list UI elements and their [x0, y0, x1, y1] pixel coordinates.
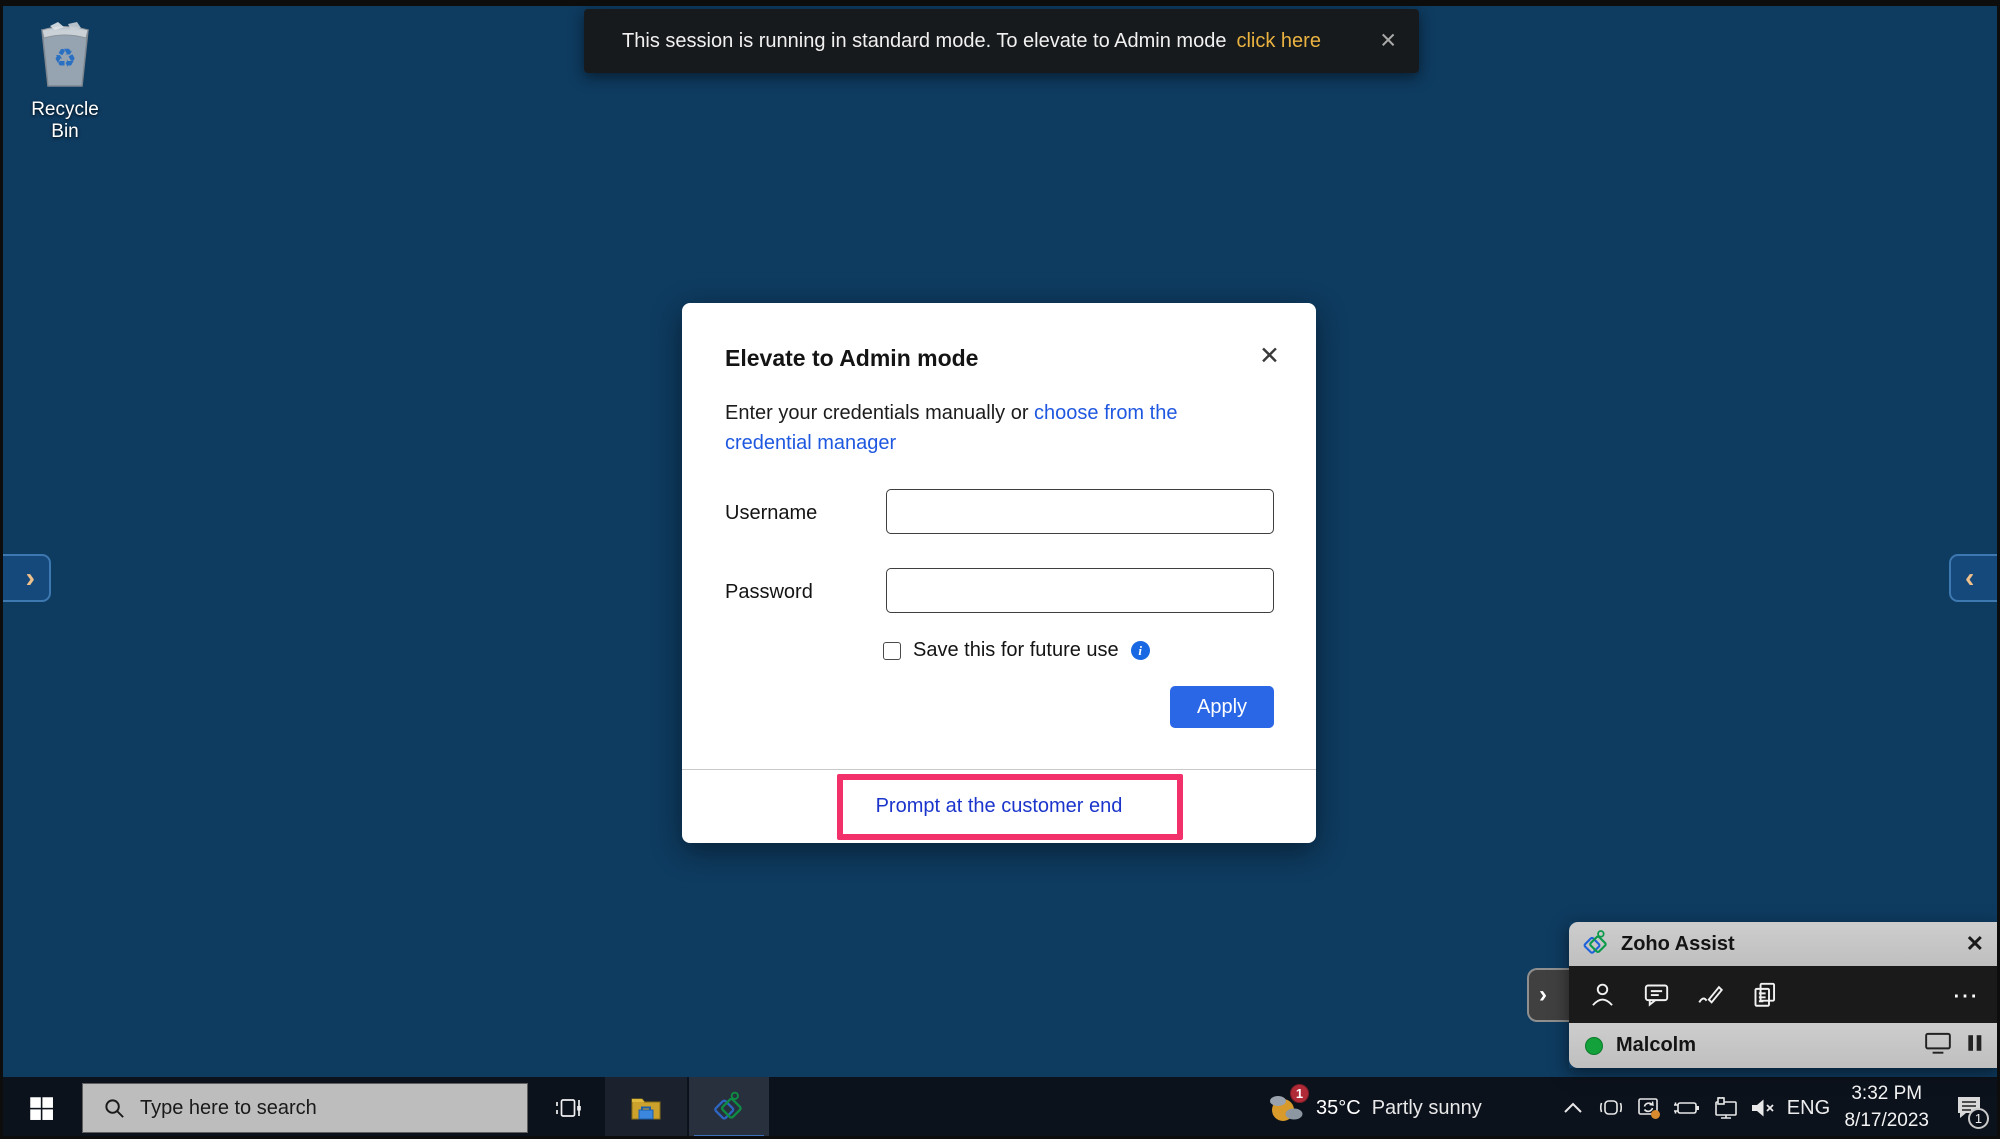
svg-text:♻: ♻	[53, 43, 76, 73]
search-input[interactable]	[140, 1096, 527, 1120]
file-explorer-icon	[631, 1098, 661, 1120]
widget-collapse-tab[interactable]: ›	[1527, 968, 1575, 1022]
taskbar-search-box[interactable]	[82, 1083, 528, 1133]
tray-expand-chevron-icon[interactable]	[1554, 1077, 1592, 1136]
prompt-customer-end-link[interactable]: Prompt at the customer end	[876, 795, 1123, 818]
recycle-bin-shortcut[interactable]: ♻ Recycle Bin	[19, 18, 111, 143]
apply-button[interactable]: Apply	[1170, 686, 1274, 728]
task-view-icon	[556, 1099, 581, 1117]
taskbar-clock[interactable]: 3:32 PM 8/17/2023	[1844, 1081, 1929, 1134]
admin-mode-banner: This session is running in standard mode…	[584, 9, 1419, 73]
status-online-dot	[1585, 1036, 1603, 1055]
battery-charging-icon[interactable]	[1668, 1077, 1706, 1136]
save-credentials-checkbox[interactable]	[883, 641, 901, 660]
recycle-bin-icon: ♻	[41, 22, 89, 87]
banner-close-icon[interactable]: ✕	[1379, 29, 1397, 54]
annotate-pen-icon[interactable]	[1697, 981, 1724, 1008]
intro-text: Enter your credentials manually or	[725, 402, 1029, 424]
banner-message: This session is running in standard mode…	[622, 29, 1227, 52]
pause-session-icon[interactable]	[1966, 1033, 1984, 1058]
zoho-assist-widget: Zoho Assist ✕ ⋯ Malcolm	[1569, 922, 1997, 1068]
participant-row: Malcolm	[1569, 1023, 1997, 1068]
username-label: Username	[725, 502, 818, 524]
task-view-button[interactable]	[533, 1077, 603, 1136]
zoho-assist-logo-icon	[1583, 930, 1607, 954]
password-field[interactable]	[886, 568, 1274, 613]
dialog-footer: Prompt at the customer end	[682, 769, 1316, 843]
password-label: Password	[725, 581, 813, 603]
left-edge-expand-tab[interactable]: ›	[3, 554, 51, 602]
more-options-icon[interactable]: ⋯	[1952, 982, 1980, 1008]
right-edge-expand-tab[interactable]: ‹	[1949, 554, 1997, 602]
widget-title: Zoho Assist	[1621, 932, 1735, 955]
windows-logo-icon	[30, 1096, 53, 1120]
copy-clipboard-icon[interactable]	[1751, 981, 1778, 1008]
username-field[interactable]	[886, 489, 1274, 534]
clock-time: 3:32 PM	[1851, 1083, 1923, 1105]
weather-alert-badge: 1	[1290, 1084, 1309, 1103]
notification-count-badge: 1	[1968, 1108, 1989, 1129]
widget-title-bar: Zoho Assist ✕	[1569, 922, 1997, 966]
file-explorer-button[interactable]	[605, 1077, 687, 1136]
chat-icon[interactable]	[1643, 981, 1670, 1008]
weather-icon: 1	[1265, 1084, 1309, 1128]
clock-date: 8/17/2023	[1844, 1110, 1929, 1131]
zoho-assist-taskbar-button[interactable]	[689, 1077, 769, 1136]
language-indicator[interactable]: ENG	[1782, 1097, 1834, 1120]
info-icon[interactable]: i	[1130, 641, 1150, 660]
participant-name: Malcolm	[1616, 1034, 1697, 1056]
widget-toolbar: ⋯	[1569, 966, 1997, 1023]
volume-muted-icon[interactable]	[1744, 1077, 1782, 1136]
desktop-screen: This session is running in standard mode…	[0, 0, 2000, 1139]
taskbar: 1 35°C Partly sunny	[3, 1077, 1997, 1136]
zoho-assist-app-icon	[714, 1091, 742, 1120]
meet-now-camera-icon[interactable]	[1592, 1077, 1630, 1136]
share-screen-icon[interactable]	[1924, 1031, 1952, 1060]
save-credentials-row: Save this for future use i	[883, 639, 1150, 662]
participants-icon[interactable]	[1589, 981, 1616, 1008]
elevate-admin-dialog: Elevate to Admin mode ✕ Enter your crede…	[682, 303, 1316, 843]
banner-click-here-link[interactable]: click here	[1236, 30, 1320, 53]
sync-status-icon[interactable]	[1630, 1077, 1668, 1136]
dialog-close-icon[interactable]: ✕	[1259, 341, 1280, 371]
dialog-intro-text: Enter your credentials manually or choos…	[725, 398, 1177, 458]
chevron-right-icon: ›	[1539, 981, 1547, 1008]
weather-condition: Partly sunny	[1371, 1096, 1482, 1119]
system-tray: ENG 3:32 PM 8/17/2023 1	[1554, 1077, 1997, 1136]
save-credentials-label: Save this for future use	[913, 639, 1119, 661]
search-icon	[105, 1098, 124, 1118]
chevron-left-icon: ‹	[1965, 562, 1975, 593]
recycle-bin-label: Recycle Bin	[31, 99, 99, 142]
dialog-title: Elevate to Admin mode	[725, 345, 979, 371]
chevron-right-icon: ›	[25, 562, 35, 593]
action-center-button[interactable]: 1	[1939, 1077, 1997, 1136]
start-button[interactable]	[3, 1077, 80, 1136]
network-status-icon[interactable]	[1706, 1077, 1744, 1136]
widget-close-icon[interactable]: ✕	[1966, 931, 1984, 957]
taskbar-weather-widget[interactable]: 1 35°C Partly sunny	[1265, 1077, 1482, 1136]
weather-temperature: 35°C	[1316, 1096, 1361, 1119]
active-app-indicator	[694, 1135, 764, 1136]
